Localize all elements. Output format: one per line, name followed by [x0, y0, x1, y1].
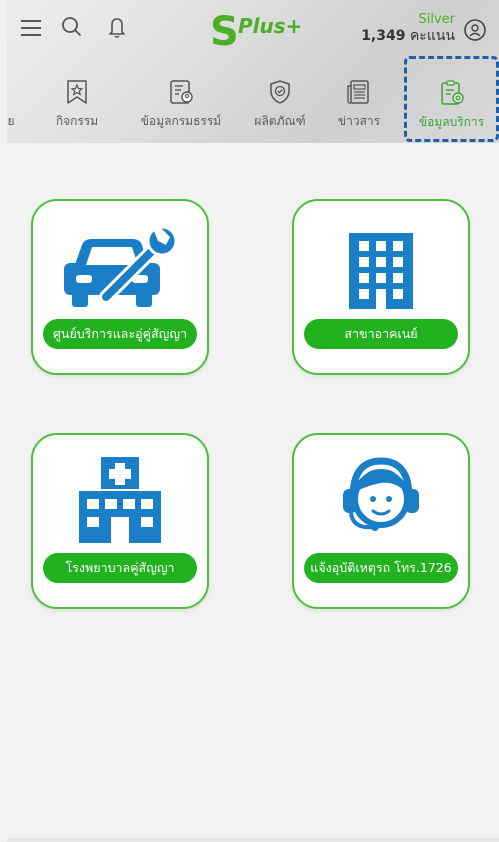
hospital-icon	[79, 457, 161, 543]
tab-label: กิจกรรม	[55, 114, 99, 128]
service-center-label: ศูนย์บริการและอู่คู่สัญญา	[43, 319, 197, 349]
points-unit: คะแนน	[409, 28, 455, 44]
accident-report-label: แจ้งอุบัติเหตุรถ โทร.1726	[304, 553, 458, 583]
tab-news[interactable]: ข่าวสาร	[331, 68, 387, 140]
accident-report-card[interactable]: แจ้งอุบัติเหตุรถ โทร.1726	[292, 433, 470, 609]
category-tabs: ย กิจกรรม ข้อมูลกรมธรรม์ ผลิตภัณฑ์ ข่าวส…	[7, 56, 499, 142]
search-icon[interactable]	[59, 14, 85, 40]
points-value: 1,349	[361, 28, 406, 44]
branch-label: สาขาอาคเนย์	[304, 319, 458, 349]
tab-label: ข้อมูลกรมธรรม์	[140, 114, 222, 128]
bell-icon[interactable]	[104, 14, 130, 40]
app-header: S Plus+ Silver 1,349 คะแนน	[7, 0, 499, 60]
tab-label: ผลิตภัณฑ์	[254, 114, 306, 128]
call-center-headset-icon	[343, 457, 419, 531]
bottom-divider	[7, 838, 499, 842]
policy-document-icon	[170, 80, 193, 104]
tab-service-info[interactable]: ข้อมูลบริการ	[404, 56, 499, 142]
tab-activities[interactable]: กิจกรรม	[47, 68, 107, 140]
service-center-card[interactable]: ศูนย์บริการและอู่คู่สัญญา	[31, 199, 209, 375]
tier-label: Silver	[418, 12, 455, 27]
tab-label: ข่าวสาร	[337, 114, 381, 128]
hamburger-menu-icon[interactable]	[21, 20, 41, 36]
tab-products[interactable]: ผลิตภัณฑ์	[247, 68, 313, 140]
building-icon	[349, 233, 413, 309]
star-bookmark-icon	[67, 80, 87, 104]
points-display: 1,349 คะแนน	[361, 27, 455, 45]
points-summary[interactable]: Silver 1,349 คะแนน	[361, 12, 455, 45]
branch-card[interactable]: สาขาอาคเนย์	[292, 199, 470, 375]
car-wrench-icon	[64, 225, 178, 307]
service-document-icon	[440, 80, 464, 105]
tab-label: ข้อมูลบริการ	[418, 115, 485, 129]
tab-label: ย	[7, 114, 15, 128]
profile-icon[interactable]	[463, 18, 487, 42]
shield-check-icon	[270, 80, 290, 104]
newspaper-icon	[347, 80, 369, 104]
tab-partial[interactable]: ย	[1, 68, 21, 140]
tab-policy-info[interactable]: ข้อมูลกรมธรรม์	[131, 68, 231, 140]
hospital-card[interactable]: โรงพยาบาลคู่สัญญา	[31, 433, 209, 609]
hospital-label: โรงพยาบาลคู่สัญญา	[43, 553, 197, 583]
